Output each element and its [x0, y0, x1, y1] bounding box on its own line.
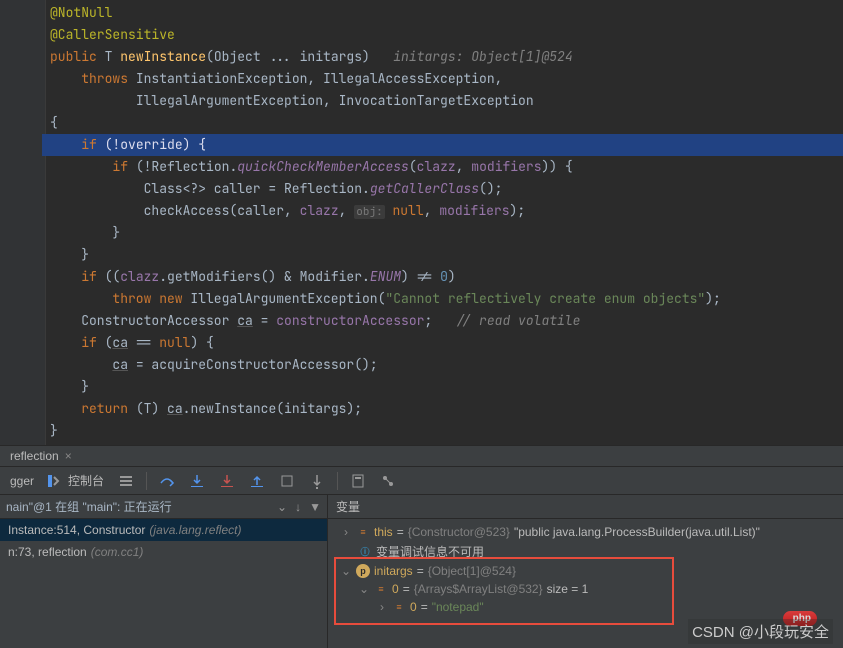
step-out-icon — [249, 473, 265, 489]
threads-icon — [118, 473, 134, 489]
force-step-into-icon — [219, 473, 235, 489]
step-out-button[interactable] — [243, 470, 271, 492]
frame-row[interactable]: n:73, reflection (com.cc1) — [0, 541, 327, 563]
var-row-idx0[interactable]: ⌄≡ 0 = {Arrays$ArrayList@532} size = 1 — [328, 580, 843, 598]
frame-row[interactable]: Instance:514, Constructor (java.lang.ref… — [0, 519, 327, 541]
thread-label: nain"@1 在组 "main": 正在运行 — [6, 498, 172, 515]
step-over-icon — [159, 473, 175, 489]
separator — [337, 472, 338, 490]
var-row-this[interactable]: ›≡ this = {Constructor@523} "public java… — [328, 523, 843, 541]
trace-icon — [380, 473, 396, 489]
step-over-button[interactable] — [153, 470, 181, 492]
php-badge: php — [783, 611, 817, 626]
force-step-into-button[interactable] — [213, 470, 241, 492]
debug-panel: nain"@1 在组 "main": 正在运行 ⌄ ↓ ▼ Instance:5… — [0, 495, 843, 648]
highlighted-line[interactable]: if (!override) { — [42, 134, 843, 156]
param-hint: initargs: Object[1]@524 — [393, 48, 572, 65]
keyword-public: public — [50, 48, 105, 65]
evaluate-button[interactable] — [344, 470, 372, 492]
variables-tree[interactable]: ›≡ this = {Constructor@523} "public java… — [328, 519, 843, 620]
calculator-icon — [350, 473, 366, 489]
run-to-cursor-icon — [309, 473, 325, 489]
frames-header: nain"@1 在组 "main": 正在运行 ⌄ ↓ ▼ — [0, 495, 327, 519]
trace-button[interactable] — [374, 470, 402, 492]
frames-panel[interactable]: nain"@1 在组 "main": 正在运行 ⌄ ↓ ▼ Instance:5… — [0, 495, 328, 648]
annotation-notnull: @NotNull — [50, 4, 112, 21]
tab-reflection[interactable]: reflection × — [0, 446, 82, 466]
drop-frame-icon — [279, 473, 295, 489]
separator — [146, 472, 147, 490]
variables-header: 变量 — [328, 495, 843, 519]
code-editor[interactable]: @NotNull @CallerSensitive public T newIn… — [0, 0, 843, 445]
var-row-unavailable: ⓘ 变量调试信息不可用 — [328, 541, 843, 562]
step-icon[interactable]: ↓ — [295, 500, 301, 514]
debug-tab-bar: reflection × — [0, 445, 843, 467]
step-into-button[interactable] — [183, 470, 211, 492]
var-row-initargs[interactable]: ⌄p initargs = {Object[1]@524} — [328, 562, 843, 580]
console-tab-button[interactable]: 控制台 — [42, 469, 110, 492]
gutter — [0, 0, 46, 445]
debugger-tab-button[interactable]: gger — [4, 471, 40, 491]
step-into-icon — [189, 473, 205, 489]
code-content[interactable]: @NotNull @CallerSensitive public T newIn… — [46, 0, 843, 445]
close-icon[interactable]: × — [65, 449, 72, 463]
threads-button[interactable] — [112, 470, 140, 492]
variables-panel[interactable]: 变量 ›≡ this = {Constructor@523} "public j… — [328, 495, 843, 648]
annotation-callersensitive: @CallerSensitive — [50, 26, 175, 43]
filter-icon[interactable]: ▼ — [309, 500, 321, 514]
drop-frame-button[interactable] — [273, 470, 301, 492]
console-icon — [48, 473, 64, 489]
debug-toolbar: gger 控制台 — [0, 467, 843, 495]
chevron-down-icon[interactable]: ⌄ — [277, 500, 287, 514]
var-row-idx0-0[interactable]: ›≡ 0 = "notepad" — [328, 598, 843, 616]
run-to-cursor-button[interactable] — [303, 470, 331, 492]
